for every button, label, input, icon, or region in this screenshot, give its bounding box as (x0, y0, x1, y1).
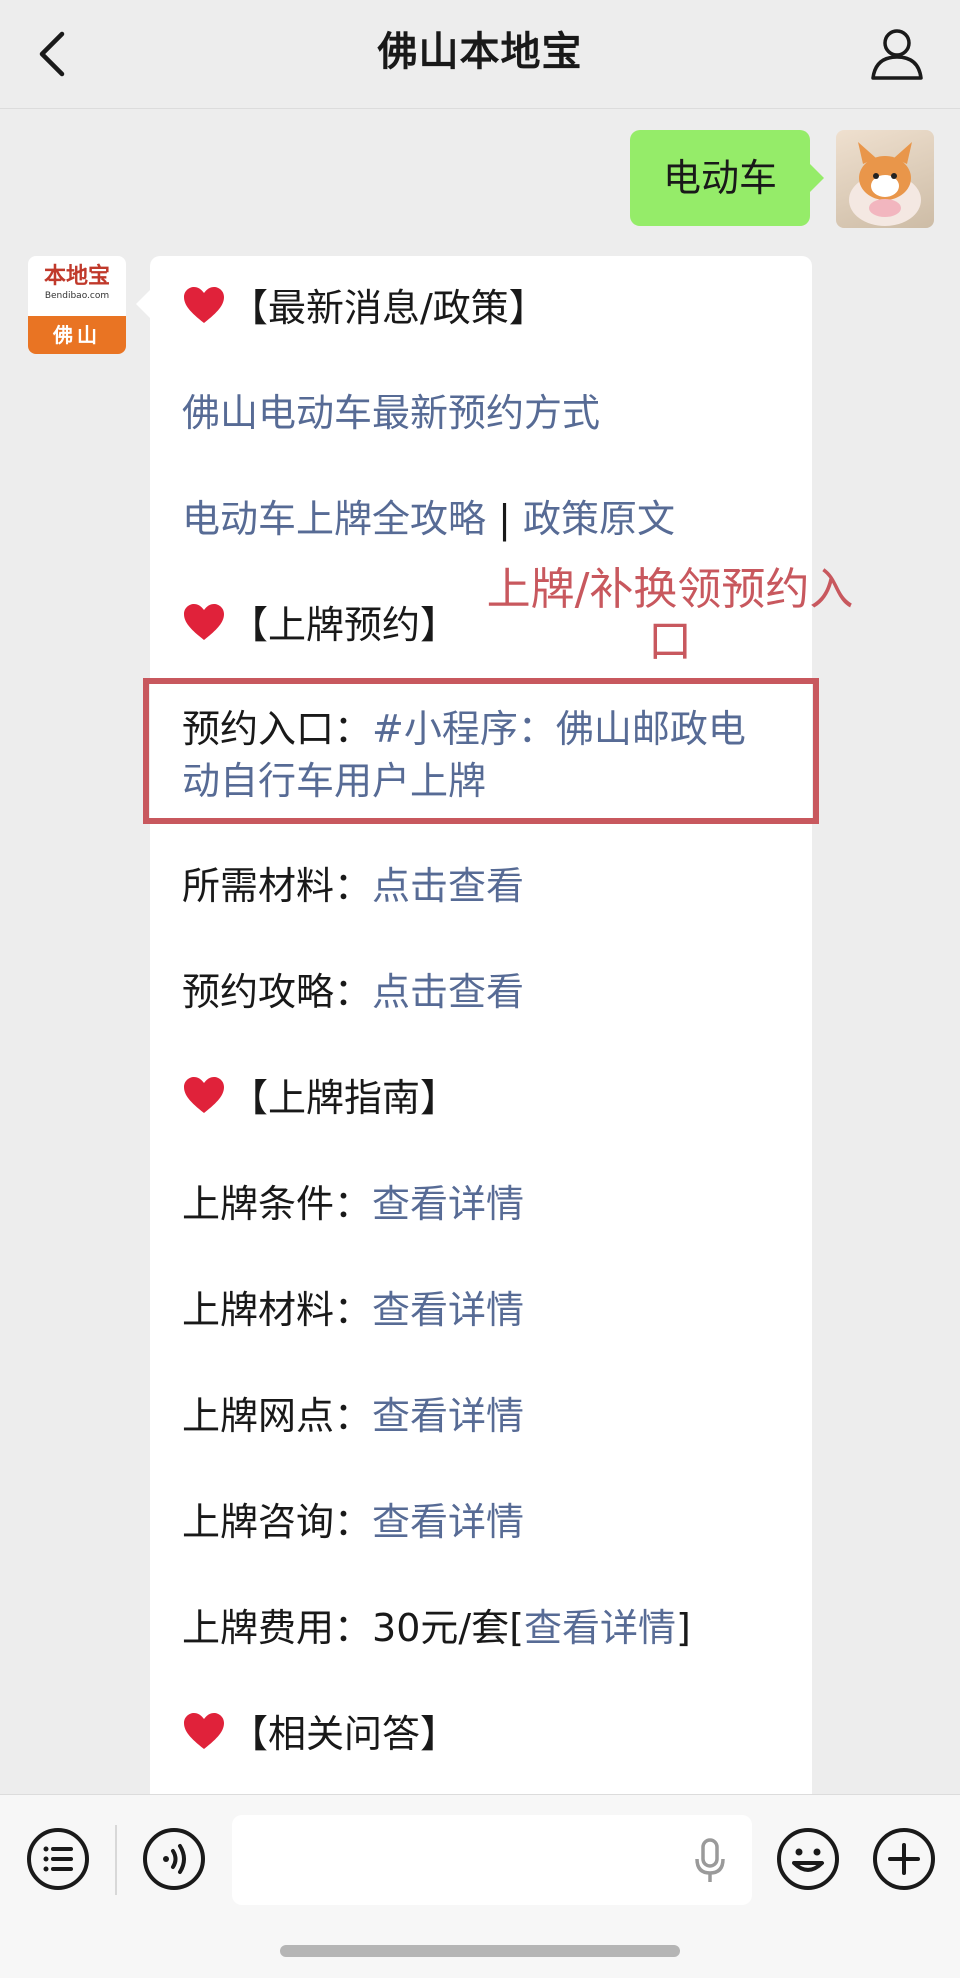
microphone-icon[interactable] (692, 1837, 728, 1885)
guide-label: 上牌网点： (182, 1394, 373, 1438)
guide-label: 上牌咨询： (182, 1500, 373, 1544)
strategy-row: 预约攻略：点击查看 (182, 966, 524, 1018)
voice-icon[interactable] (142, 1827, 206, 1891)
user-icon[interactable] (868, 26, 926, 82)
annotation-text: 上牌/补换领预约入 口 (486, 564, 854, 667)
home-indicator (280, 1945, 680, 1957)
section-heading-qa: 【相关问答】 (182, 1708, 458, 1760)
outgoing-message-bubble[interactable]: 电动车 (630, 130, 824, 226)
heart-icon (184, 1077, 224, 1113)
fee-row: 上牌费用：30元/套[查看详情] (182, 1602, 691, 1654)
link-latest-booking[interactable]: 佛山电动车最新预约方式 (182, 387, 600, 439)
incoming-message-bubble: 【最新消息/政策】 佛山电动车最新预约方式 电动车上牌全攻略 | 政策原文 【上… (136, 256, 812, 1796)
strategy-label: 预约攻略： (182, 970, 373, 1014)
heart-icon (184, 287, 224, 323)
fee-link[interactable]: 查看详情 (524, 1606, 676, 1650)
plush-fox-avatar-image (849, 142, 921, 226)
heart-icon (184, 1713, 224, 1749)
highlight-box (143, 678, 819, 824)
chat-title: 佛山本地宝 (377, 29, 583, 75)
guide-label: 上牌材料： (182, 1288, 373, 1332)
bendibao-avatar[interactable]: 本地宝 Bendibao.com 佛山 (28, 256, 126, 354)
guide-link[interactable]: 查看详情 (372, 1288, 524, 1332)
heart-icon (184, 604, 224, 640)
avatar-city-label: 佛山 (28, 316, 126, 354)
message-input[interactable] (232, 1815, 752, 1905)
outgoing-message-text: 电动车 (662, 156, 777, 200)
plus-icon[interactable] (872, 1827, 936, 1891)
separator: | (498, 497, 511, 541)
guide-row-consult: 上牌咨询：查看详情 (182, 1496, 524, 1548)
guide-row-materials: 上牌材料：查看详情 (182, 1284, 524, 1336)
news-links-row: 电动车上牌全攻略 | 政策原文 (182, 493, 675, 545)
guide-link[interactable]: 查看详情 (372, 1394, 524, 1438)
emoji-icon[interactable] (776, 1827, 840, 1891)
section-heading-guide: 【上牌指南】 (182, 1072, 458, 1124)
link-registration-guide[interactable]: 电动车上牌全攻略 (182, 497, 486, 541)
fee-value: 30元/套 (372, 1606, 510, 1650)
guide-row-locations: 上牌网点：查看详情 (182, 1390, 524, 1442)
guide-link[interactable]: 查看详情 (372, 1182, 524, 1226)
avatar-logo-text: 本地宝 (43, 264, 110, 289)
materials-row: 所需材料：点击查看 (182, 860, 524, 912)
guide-link[interactable]: 查看详情 (372, 1500, 524, 1544)
materials-link[interactable]: 点击查看 (372, 864, 524, 908)
menu-list-icon[interactable] (26, 1827, 90, 1891)
section-heading-booking: 【上牌预约】 (182, 599, 458, 651)
guide-label: 上牌条件： (182, 1182, 373, 1226)
user-avatar[interactable] (836, 130, 934, 228)
fee-label: 上牌费用： (182, 1606, 373, 1650)
fee-bracket-open: [ (509, 1606, 525, 1650)
materials-label: 所需材料： (182, 864, 373, 908)
guide-row-conditions: 上牌条件：查看详情 (182, 1178, 524, 1230)
section-heading-news: 【最新消息/政策】 (182, 282, 547, 334)
avatar-logo-url: Bendibao.com (44, 291, 110, 301)
title-bar: 佛山本地宝 (0, 0, 960, 109)
link-policy-original[interactable]: 政策原文 (523, 497, 675, 541)
strategy-link[interactable]: 点击查看 (372, 970, 524, 1014)
input-toolbar (0, 1794, 960, 1978)
toolbar-divider (115, 1825, 117, 1895)
fee-bracket-close: ] (676, 1606, 691, 1650)
